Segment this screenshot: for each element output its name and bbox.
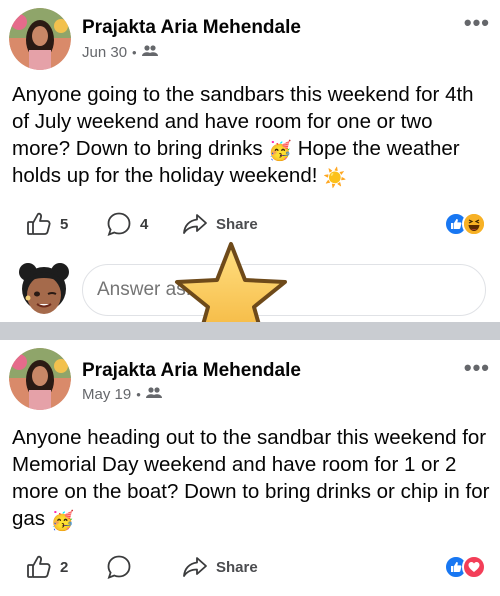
- share-arrow-icon: [183, 557, 207, 577]
- comment-count: 4: [140, 215, 149, 233]
- reaction-summary[interactable]: [444, 555, 486, 579]
- haha-reaction-icon: [462, 212, 486, 236]
- share-label: Share: [216, 558, 258, 576]
- love-reaction-icon: [462, 555, 486, 579]
- comment-icon: [107, 555, 131, 580]
- share-arrow-icon: [183, 214, 207, 234]
- post-text-part: Anyone heading out to the sandbar this w…: [12, 426, 490, 530]
- post-actions: 2 Share: [0, 550, 500, 584]
- thumbs-up-icon: [27, 212, 51, 235]
- post-1: Prajakta Aria Mehendale Jun 30 • ••• Any…: [0, 0, 500, 348]
- post-divider: [0, 322, 500, 340]
- post-actions: 5 4 Share: [0, 207, 500, 241]
- post-date[interactable]: Jun 30: [82, 44, 127, 61]
- friends-icon: [141, 44, 158, 61]
- comment-icon: [107, 212, 131, 237]
- comment-button[interactable]: 4: [106, 207, 148, 241]
- reaction-summary[interactable]: [444, 212, 486, 236]
- party-face-emoji: 🥳: [268, 141, 293, 162]
- author-name[interactable]: Prajakta Aria Mehendale: [82, 360, 301, 382]
- comment-button[interactable]: [106, 550, 140, 584]
- post-meta: Jun 30 •: [82, 44, 158, 61]
- sun-emoji: ☀️: [323, 168, 347, 189]
- author-avatar[interactable]: [9, 8, 71, 70]
- meta-separator: •: [132, 45, 137, 60]
- share-label: Share: [216, 215, 258, 233]
- post-text: Anyone heading out to the sandbar this w…: [12, 424, 492, 532]
- share-button[interactable]: Share: [182, 550, 258, 584]
- share-button[interactable]: Share: [182, 207, 258, 241]
- post-date[interactable]: May 19: [82, 386, 131, 403]
- thumbs-up-icon: [27, 555, 51, 578]
- like-count: 2: [60, 558, 69, 576]
- post-meta: May 19 •: [82, 386, 162, 403]
- my-memoji-avatar[interactable]: [14, 262, 74, 322]
- author-avatar[interactable]: [9, 348, 71, 410]
- party-face-emoji: 🥳: [50, 511, 75, 532]
- like-count: 5: [60, 215, 69, 233]
- post-2: Prajakta Aria Mehendale May 19 • ••• Any…: [0, 340, 500, 596]
- more-options-icon[interactable]: •••: [464, 10, 490, 36]
- meta-separator: •: [136, 387, 141, 402]
- like-button[interactable]: 2: [26, 550, 68, 584]
- post-text: Anyone going to the sandbars this weeken…: [12, 81, 492, 189]
- like-button[interactable]: 5: [26, 207, 68, 241]
- more-options-icon[interactable]: •••: [464, 355, 490, 381]
- friends-icon: [145, 386, 162, 403]
- author-name[interactable]: Prajakta Aria Mehendale: [82, 17, 301, 39]
